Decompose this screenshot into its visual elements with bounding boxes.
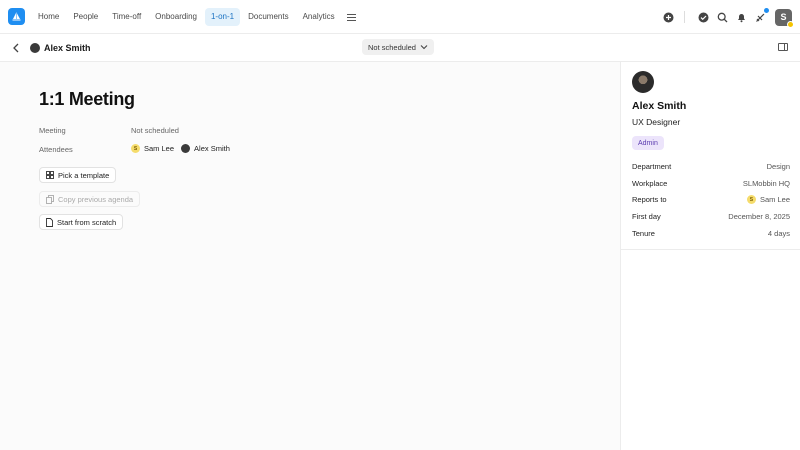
role-badge: Admin — [632, 136, 664, 150]
copy-icon — [46, 194, 54, 204]
pick-template-button[interactable]: Pick a template — [39, 167, 117, 183]
chevron-down-icon — [420, 45, 428, 50]
user-avatar[interactable]: S — [775, 8, 794, 28]
field-label: Department — [632, 162, 672, 171]
schedule-dropdown[interactable]: Not scheduled — [362, 39, 434, 55]
nav-item-people[interactable]: People — [67, 8, 104, 26]
app-logo[interactable] — [8, 8, 25, 25]
nav-item-onboarding[interactable]: Onboarding — [149, 8, 203, 26]
divider — [684, 11, 685, 23]
announcement-icon[interactable] — [753, 8, 769, 24]
nav-item-1-on-1[interactable]: 1-on-1 — [204, 8, 241, 26]
profile-field-reports-to: Reports to S Sam Lee — [632, 195, 790, 204]
field-label: Workplace — [632, 179, 668, 188]
page-title: 1:1 Meeting — [39, 89, 135, 109]
field-value[interactable]: S Sam Lee — [746, 195, 790, 204]
top-right-actions: S — [656, 7, 794, 28]
sailboat-icon — [12, 12, 21, 21]
attendee-name: Alex Smith — [194, 144, 230, 153]
bell-icon[interactable] — [734, 10, 748, 24]
meeting-label: Meeting — [39, 126, 66, 135]
start-from-scratch-button[interactable]: Start from scratch — [39, 214, 124, 230]
avatar: S — [746, 195, 756, 204]
person-name: Alex Smith — [44, 43, 91, 53]
field-label: First day — [632, 212, 661, 221]
document-icon — [46, 217, 53, 227]
field-value: 4 days — [767, 229, 790, 238]
top-nav: Home People Time-off Onboarding 1-on-1 D… — [0, 0, 800, 34]
attendees-list: S Sam Lee Alex Smith — [131, 144, 237, 153]
profile-name: Alex Smith — [632, 100, 687, 112]
profile-field-workplace: Workplace SLMobbin HQ — [632, 179, 790, 188]
divider — [621, 249, 800, 250]
panel-toggle-icon[interactable] — [778, 43, 788, 51]
avatar — [181, 144, 191, 153]
manager-name: Sam Lee — [759, 195, 790, 204]
attendee-name: Sam Lee — [144, 144, 175, 153]
nav-item-documents[interactable]: Documents — [242, 8, 294, 26]
status-indicator — [787, 20, 794, 28]
profile-role: UX Designer — [632, 117, 681, 127]
field-value: Design — [766, 162, 790, 171]
menu-icon[interactable] — [346, 10, 361, 24]
main-content: 1:1 Meeting Meeting Not scheduled Attend… — [0, 62, 620, 450]
user-initial: S — [780, 12, 787, 22]
nav-item-home[interactable]: Home — [32, 8, 65, 26]
profile-field-first-day: First day December 8, 2025 — [632, 212, 790, 221]
button-label: Copy previous agenda — [58, 194, 134, 204]
profile-field-department: Department Design — [632, 162, 790, 171]
field-value: SLMobbin HQ — [742, 179, 790, 188]
profile-panel: Alex Smith UX Designer Admin Department … — [620, 62, 800, 450]
attendee-chip[interactable]: Alex Smith — [181, 144, 230, 153]
field-value: December 8, 2025 — [728, 212, 790, 221]
button-label: Start from scratch — [57, 217, 117, 227]
add-icon[interactable] — [661, 10, 675, 24]
nav-items: Home People Time-off Onboarding 1-on-1 D… — [32, 8, 361, 26]
meeting-value[interactable]: Not scheduled — [131, 126, 179, 135]
profile-field-tenure: Tenure 4 days — [632, 229, 790, 238]
nav-item-time-off[interactable]: Time-off — [106, 8, 147, 26]
search-icon[interactable] — [715, 10, 729, 24]
grid-icon — [46, 171, 54, 179]
field-label: Reports to — [632, 195, 667, 204]
chevron-left-icon — [13, 43, 19, 53]
schedule-status: Not scheduled — [368, 42, 416, 52]
button-label: Pick a template — [58, 170, 110, 180]
avatar — [632, 71, 654, 93]
attendees-label: Attendees — [39, 145, 73, 154]
notification-dot — [764, 8, 769, 13]
back-button[interactable] — [10, 41, 22, 55]
copy-previous-agenda-button[interactable]: Copy previous agenda — [39, 191, 141, 207]
check-circle-icon[interactable] — [696, 10, 710, 24]
avatar: S — [131, 144, 140, 153]
avatar — [30, 43, 40, 53]
sub-header: Alex Smith Not scheduled — [0, 34, 800, 62]
attendee-chip[interactable]: S Sam Lee — [131, 144, 174, 153]
field-label: Tenure — [632, 229, 655, 238]
nav-item-analytics[interactable]: Analytics — [297, 8, 341, 26]
